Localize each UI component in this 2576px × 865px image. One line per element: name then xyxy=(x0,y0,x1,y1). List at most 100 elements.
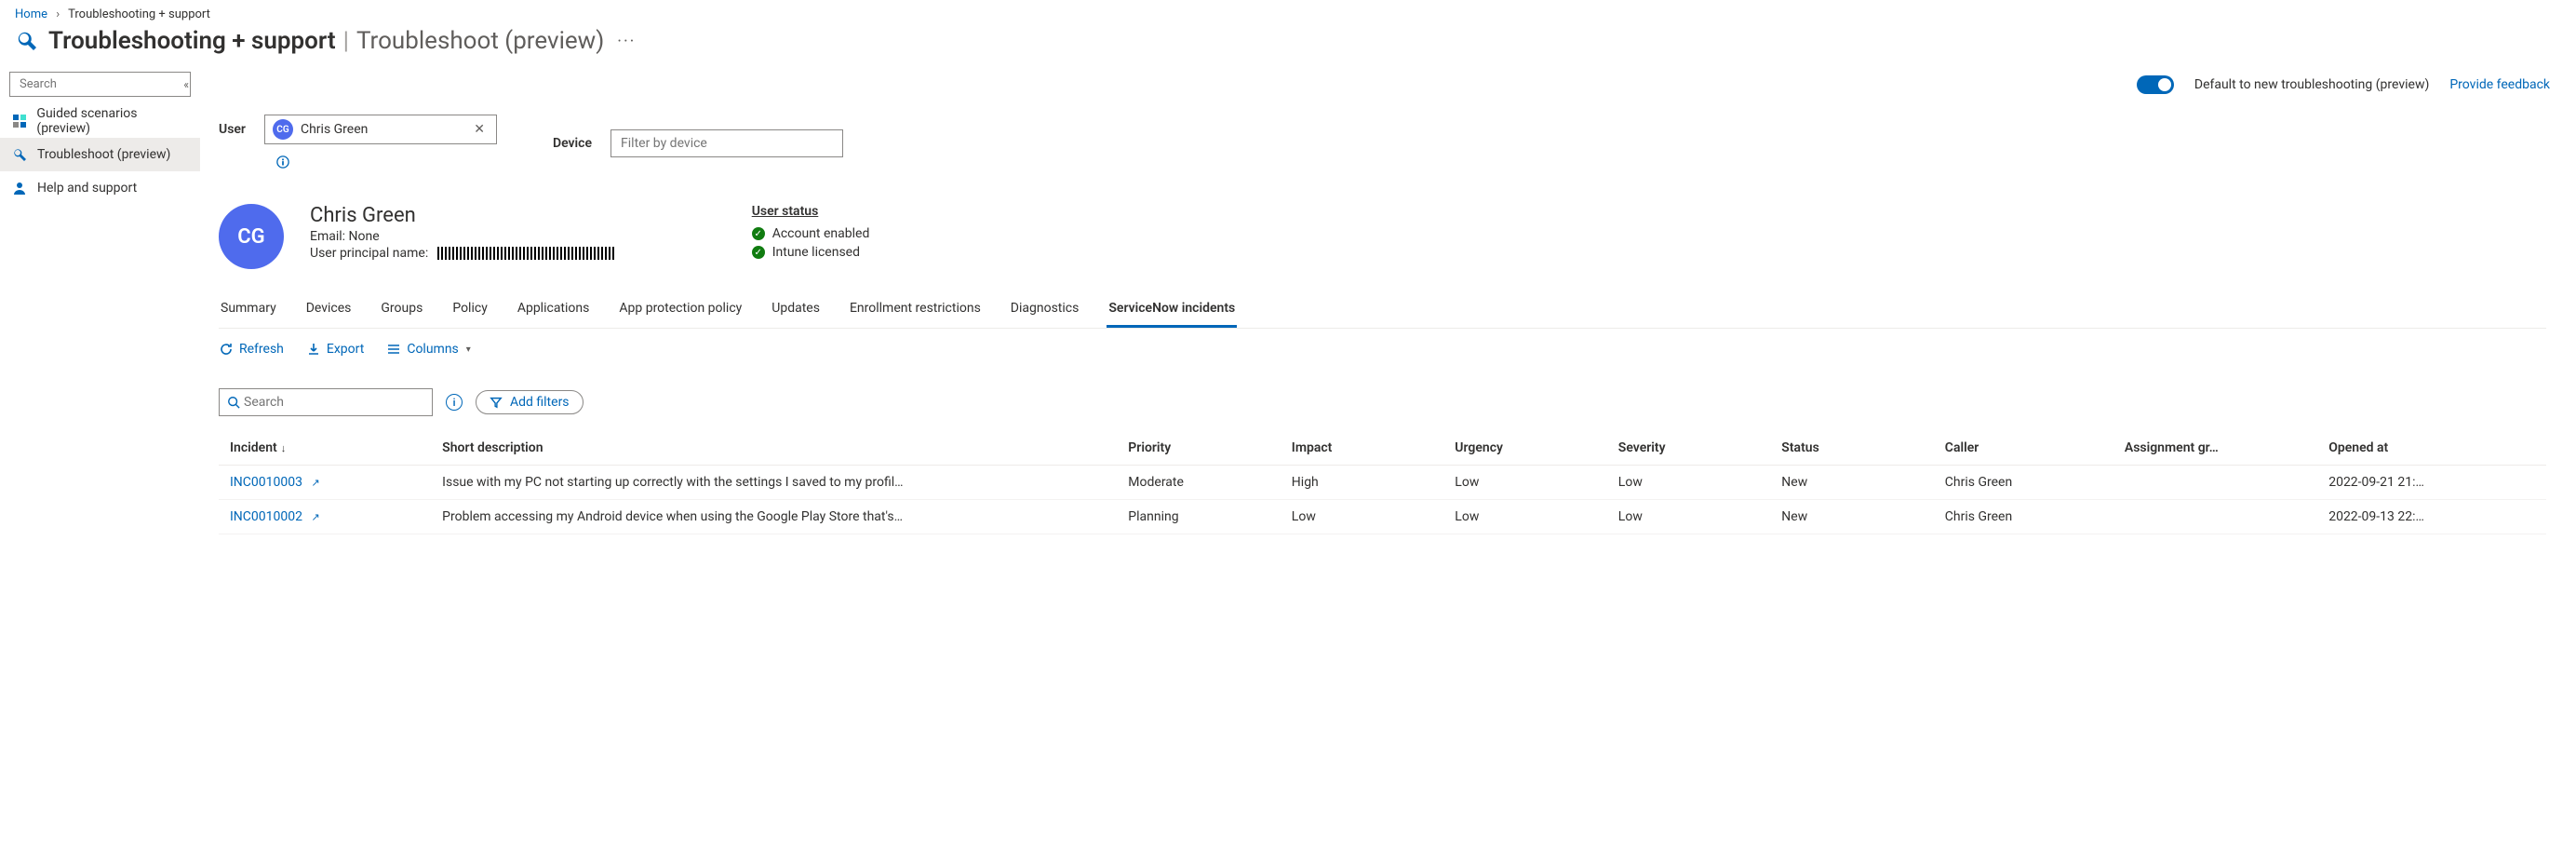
cell-assign xyxy=(2113,500,2317,534)
col-severity[interactable]: Severity xyxy=(1607,431,1771,466)
tab-servicenow-incidents[interactable]: ServiceNow incidents xyxy=(1107,293,1237,328)
tab-updates[interactable]: Updates xyxy=(770,293,822,328)
check-icon: ✓ xyxy=(752,227,765,240)
cell-desc: Problem accessing my Android device when… xyxy=(431,500,1117,534)
title-divider: | xyxy=(336,27,356,55)
cell-opened: 2022-09-21 21:… xyxy=(2317,466,2546,500)
check-icon: ✓ xyxy=(752,246,765,259)
cell-caller: Chris Green xyxy=(1934,500,2113,534)
col-urgency[interactable]: Urgency xyxy=(1443,431,1607,466)
columns-button[interactable]: Columns ▾ xyxy=(386,342,470,357)
cell-opened: 2022-09-13 22:… xyxy=(2317,500,2546,534)
tab-app-protection[interactable]: App protection policy xyxy=(617,293,744,328)
col-status[interactable]: Status xyxy=(1770,431,1934,466)
more-actions-icon[interactable]: ··· xyxy=(617,32,636,51)
sort-desc-icon: ↓ xyxy=(281,442,287,454)
cell-urgency: Low xyxy=(1443,500,1607,534)
status-text: Intune licensed xyxy=(772,245,860,260)
col-assignment-group[interactable]: Assignment gr… xyxy=(2113,431,2317,466)
breadcrumb: Home › Troubleshooting + support xyxy=(0,0,2576,23)
incidents-table: Incident↓ Short description Priority Imp… xyxy=(219,431,2546,534)
sidebar-item-guided-scenarios[interactable]: Guided scenarios (preview) xyxy=(0,104,200,138)
cell-assign xyxy=(2113,466,2317,500)
email-label: Email: xyxy=(310,229,345,244)
sidebar-item-label: Help and support xyxy=(37,181,137,196)
default-troubleshoot-toggle[interactable] xyxy=(2137,75,2174,94)
refresh-label: Refresh xyxy=(239,342,284,357)
profile-email-line: Email: None xyxy=(310,229,614,244)
page-title-row: Troubleshooting + support | Troubleshoot… xyxy=(0,23,2576,64)
cell-incident[interactable]: INC0010002 ↗ xyxy=(219,500,431,534)
clear-user-icon[interactable]: ✕ xyxy=(470,122,489,137)
cell-incident[interactable]: INC0010003 ↗ xyxy=(219,466,431,500)
cell-severity: Low xyxy=(1607,466,1771,500)
device-selector: Device xyxy=(553,129,843,157)
search-info-icon[interactable]: i xyxy=(446,394,463,411)
user-info-icon[interactable] xyxy=(276,155,289,172)
col-priority[interactable]: Priority xyxy=(1117,431,1281,466)
guided-scenarios-icon xyxy=(11,113,27,129)
user-status: User status ✓ Account enabled ✓ Intune l… xyxy=(752,204,870,264)
status-text: Account enabled xyxy=(772,226,870,241)
tab-summary[interactable]: Summary xyxy=(219,293,278,328)
col-short-description[interactable]: Short description xyxy=(431,431,1117,466)
table-row[interactable]: INC0010003 ↗ Issue with my PC not starti… xyxy=(219,466,2546,500)
tab-policy[interactable]: Policy xyxy=(450,293,490,328)
main-content: Default to new troubleshooting (preview)… xyxy=(200,64,2576,553)
col-caller[interactable]: Caller xyxy=(1934,431,2113,466)
device-filter-input[interactable] xyxy=(610,129,843,157)
breadcrumb-home[interactable]: Home xyxy=(15,7,47,21)
cell-priority: Moderate xyxy=(1117,466,1281,500)
status-account-enabled: ✓ Account enabled xyxy=(752,226,870,241)
provide-feedback-link[interactable]: Provide feedback xyxy=(2449,77,2550,92)
sidebar-search-input[interactable] xyxy=(9,72,191,97)
cell-impact: Low xyxy=(1281,500,1444,534)
grid-search[interactable] xyxy=(219,388,433,416)
add-filters-button[interactable]: Add filters xyxy=(476,390,584,414)
breadcrumb-section[interactable]: Troubleshooting + support xyxy=(68,7,210,21)
breadcrumb-sep: › xyxy=(50,7,65,21)
main-top-bar: Default to new troubleshooting (preview)… xyxy=(211,74,2554,111)
sidebar-item-label: Troubleshoot (preview) xyxy=(37,147,170,162)
export-button[interactable]: Export xyxy=(306,342,364,357)
cell-severity: Low xyxy=(1607,500,1771,534)
cell-priority: Planning xyxy=(1117,500,1281,534)
selector-row: User CG Chris Green ✕ Device xyxy=(211,111,2554,178)
cell-status: New xyxy=(1770,500,1934,534)
col-incident[interactable]: Incident↓ xyxy=(219,431,431,466)
status-intune-licensed: ✓ Intune licensed xyxy=(752,245,870,260)
grid-toolbar: Refresh Export Columns ▾ xyxy=(211,329,2554,358)
page-subtitle: Troubleshoot (preview) xyxy=(356,27,604,55)
user-chip[interactable]: CG Chris Green ✕ xyxy=(264,115,497,144)
incident-link[interactable]: INC0010002 xyxy=(230,509,302,524)
refresh-button[interactable]: Refresh xyxy=(219,342,284,357)
user-chip-name: Chris Green xyxy=(301,122,470,137)
toggle-label: Default to new troubleshooting (preview) xyxy=(2194,77,2429,92)
user-label: User xyxy=(219,122,246,137)
incident-link[interactable]: INC0010003 xyxy=(230,475,302,490)
cell-urgency: Low xyxy=(1443,466,1607,500)
grid-search-input[interactable] xyxy=(240,393,424,412)
table-row[interactable]: INC0010002 ↗ Problem accessing my Androi… xyxy=(219,500,2546,534)
sidebar-item-help-support[interactable]: Help and support xyxy=(0,171,200,205)
col-opened-at[interactable]: Opened at xyxy=(2317,431,2546,466)
tab-applications[interactable]: Applications xyxy=(516,293,592,328)
sidebar-item-troubleshoot[interactable]: Troubleshoot (preview) xyxy=(0,138,200,171)
cell-caller: Chris Green xyxy=(1934,466,2113,500)
tab-groups[interactable]: Groups xyxy=(379,293,424,328)
cell-status: New xyxy=(1770,466,1934,500)
detail-tabs: Summary Devices Groups Policy Applicatio… xyxy=(219,293,2546,329)
add-filters-label: Add filters xyxy=(510,395,570,410)
collapse-sidebar-icon[interactable]: « xyxy=(180,74,193,95)
chevron-down-icon: ▾ xyxy=(466,345,471,355)
external-link-icon[interactable]: ↗ xyxy=(311,511,319,523)
external-link-icon[interactable]: ↗ xyxy=(311,477,319,489)
status-title: User status xyxy=(752,204,870,219)
page-title: Troubleshooting + support xyxy=(48,27,336,55)
wrench-icon xyxy=(11,146,28,163)
filter-row: i Add filters xyxy=(211,358,2554,426)
tab-diagnostics[interactable]: Diagnostics xyxy=(1009,293,1081,328)
tab-enrollment[interactable]: Enrollment restrictions xyxy=(848,293,983,328)
col-impact[interactable]: Impact xyxy=(1281,431,1444,466)
tab-devices[interactable]: Devices xyxy=(304,293,354,328)
